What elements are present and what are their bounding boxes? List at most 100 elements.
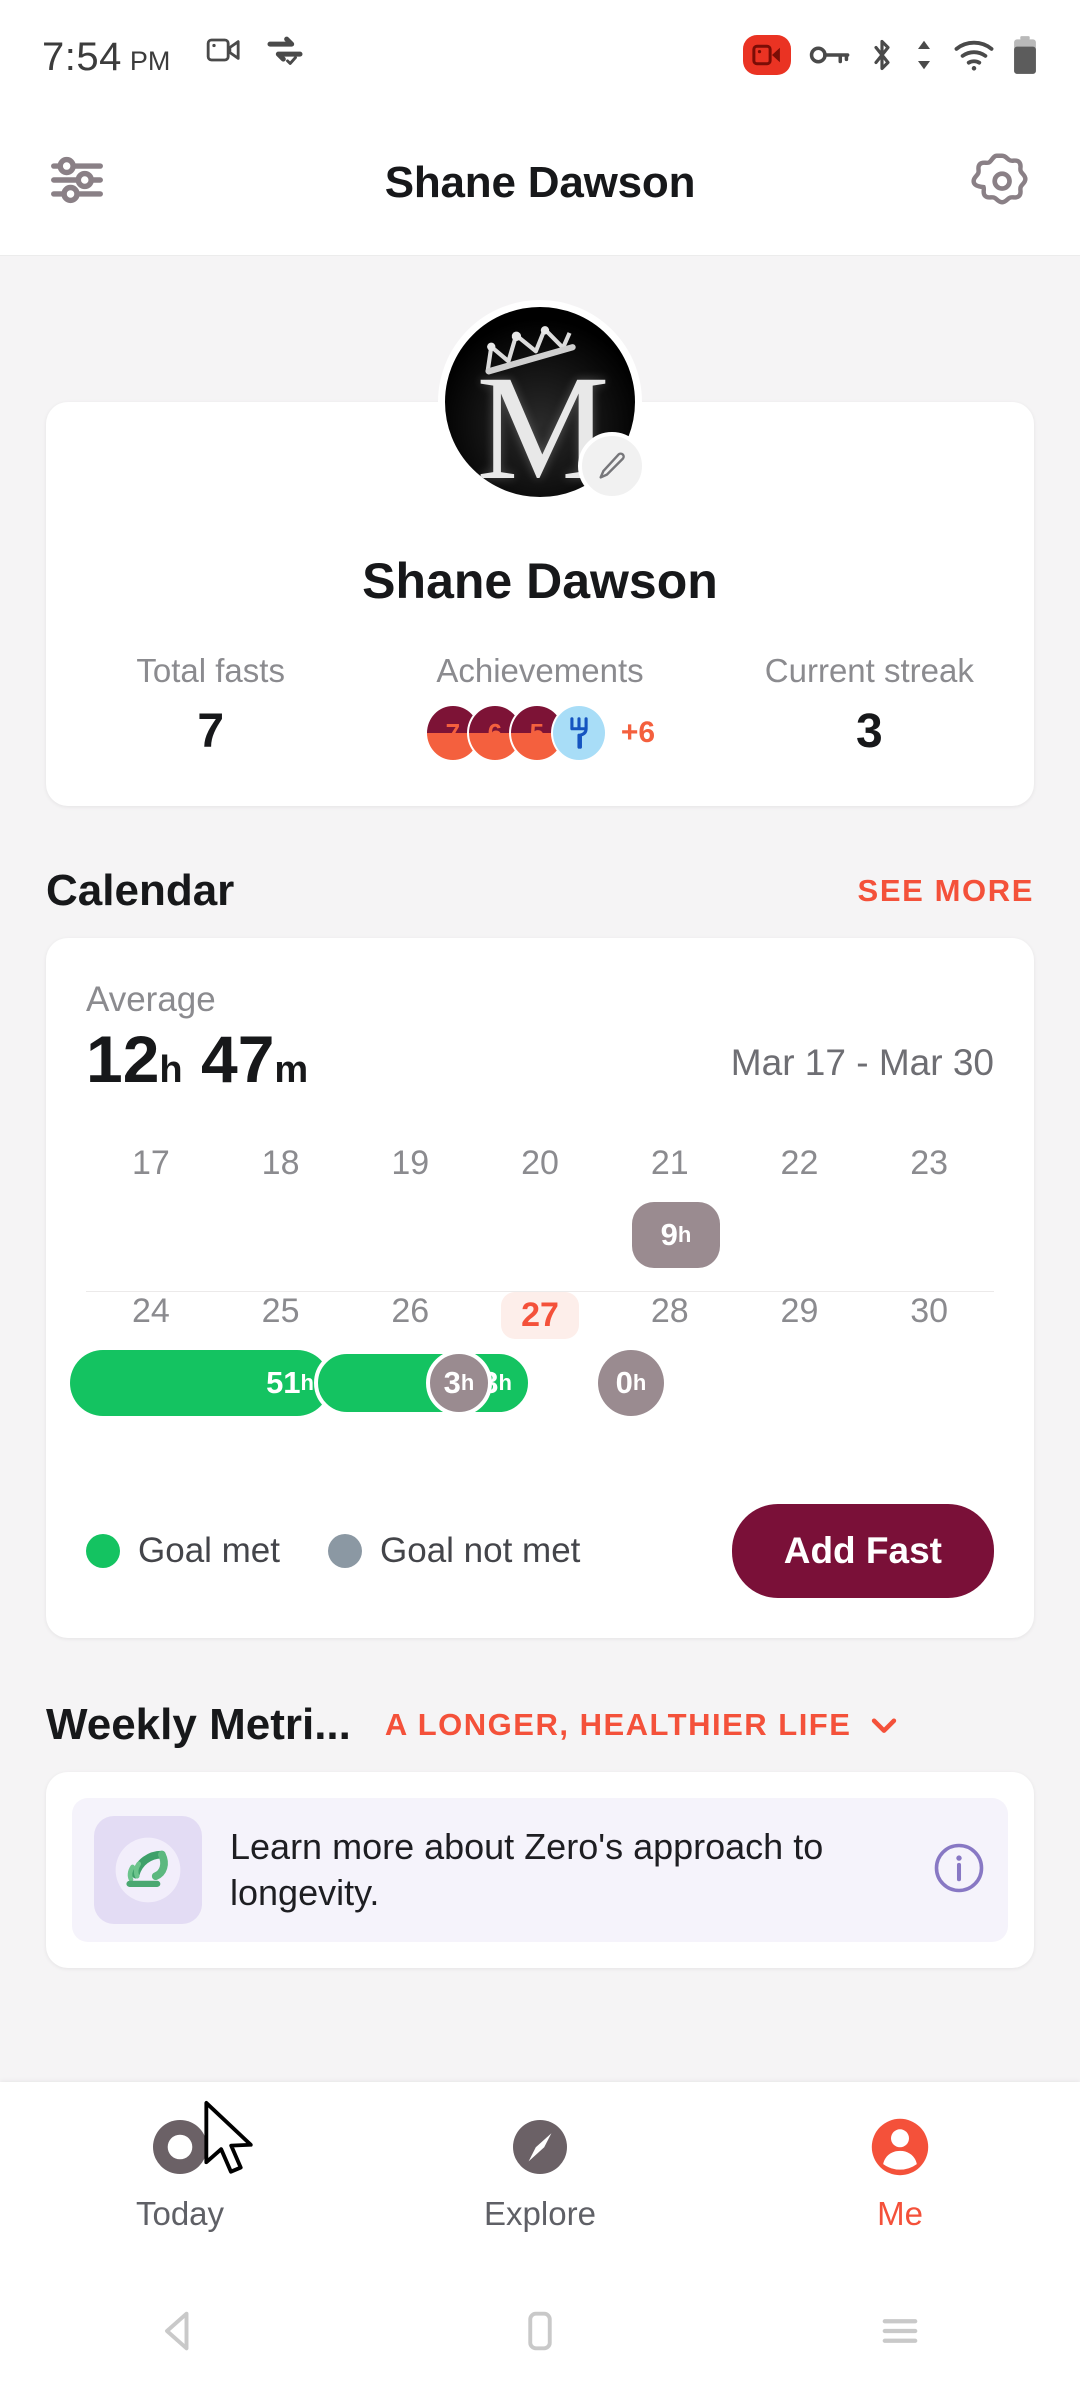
- stat-label: Current streak: [764, 652, 974, 689]
- fast-entry[interactable]: 3h: [426, 1350, 492, 1416]
- person-icon: [871, 2118, 929, 2176]
- stat-achievements[interactable]: Achievements 7 6 5 +6: [375, 652, 704, 762]
- fast-entry-value: 9: [660, 1217, 678, 1252]
- today-badge: 27: [501, 1292, 579, 1339]
- calendar-average: Average 12h 47m: [86, 980, 308, 1092]
- fast-entry[interactable]: 23h: [314, 1350, 532, 1416]
- pencil-icon: [599, 452, 625, 479]
- sliders-icon[interactable]: [46, 149, 108, 216]
- calendar-day[interactable]: 21: [605, 1144, 735, 1183]
- wifi-icon: [954, 40, 994, 71]
- profile-card: M Shane Dawson Total fasts 7 Achievement…: [46, 300, 1034, 806]
- add-fast-button[interactable]: Add Fast: [731, 1504, 994, 1598]
- legend-goal-met: Goal met: [86, 1531, 280, 1571]
- status-time: 7:54: [42, 35, 122, 79]
- achievements-more-count: +6: [620, 716, 656, 749]
- calendar-section-header: Calendar SEE MORE: [46, 866, 1034, 916]
- phone-screen: 7:54 PM Shane Dawson M Shane Dawson Tota…: [0, 0, 1080, 2400]
- calendar-grid: 17 18 19 20 21 22 23 9h 24 25 26 27 28 2…: [70, 1144, 994, 1440]
- calendar-day[interactable]: 30: [864, 1292, 994, 1339]
- calendar-day[interactable]: 29: [735, 1292, 865, 1339]
- home-square-icon[interactable]: [360, 2305, 720, 2357]
- avatar-wrapper[interactable]: M: [438, 300, 646, 504]
- average-hours-unit: h: [159, 1049, 183, 1091]
- calendar-row: 24 25 26 27 28 29 30 51h 23h: [70, 1292, 994, 1440]
- fast-entry-unit: h: [460, 1370, 475, 1395]
- weekly-metrics-selector[interactable]: A LONGER, HEALTHIER LIFE: [385, 1707, 902, 1743]
- longevity-banner-text: Learn more about Zero's approach to long…: [230, 1825, 824, 1913]
- edit-avatar-button[interactable]: [578, 432, 646, 500]
- nav-label: Me: [877, 2195, 923, 2232]
- calendar-bars: 51h 23h 3h 0h: [70, 1350, 994, 1416]
- calendar-day[interactable]: 18: [216, 1144, 346, 1183]
- info-icon[interactable]: [932, 1841, 986, 1900]
- fast-entry-unit: h: [677, 1222, 692, 1247]
- nav-label: Today: [135, 2195, 225, 2232]
- fast-entry[interactable]: 51 h: [70, 1350, 330, 1416]
- calendar-day[interactable]: 17: [86, 1144, 216, 1183]
- calendar-day-labels: 17 18 19 20 21 22 23: [86, 1144, 994, 1183]
- nav-label: Explore: [484, 2195, 596, 2232]
- gear-icon[interactable]: [968, 147, 1034, 218]
- profile-stats: Total fasts 7 Achievements 7 6 5 +6 Curr…: [46, 652, 1034, 762]
- longevity-banner[interactable]: Learn more about Zero's approach to long…: [72, 1798, 1008, 1942]
- status-bar-right: [743, 35, 1038, 75]
- calendar-card: Average 12h 47m Mar 17 - Mar 30 17 18 19…: [46, 938, 1034, 1638]
- recents-lines-icon[interactable]: [720, 2305, 1080, 2357]
- status-left-icons: [204, 30, 306, 70]
- legend-label: Goal not met: [380, 1531, 581, 1570]
- calendar-day[interactable]: 20: [475, 1144, 605, 1183]
- average-hours: 12: [86, 1022, 160, 1096]
- date-range: Mar 17 - Mar 30: [730, 1042, 994, 1083]
- nav-item-me[interactable]: Me: [720, 2111, 1080, 2233]
- fast-entry[interactable]: 0h: [598, 1350, 664, 1416]
- calendar-summary: Average 12h 47m Mar 17 - Mar 30: [86, 980, 994, 1092]
- calendar-day[interactable]: 24: [86, 1292, 216, 1339]
- ring-icon: [153, 2120, 207, 2174]
- legend-goal-not-met: Goal not met: [328, 1531, 580, 1571]
- average-label: Average: [86, 980, 216, 1019]
- leaf-sprout-icon: [94, 1816, 202, 1924]
- vpn-key-icon: [809, 46, 850, 64]
- profile-name: Shane Dawson: [362, 553, 718, 609]
- fast-entry[interactable]: 9h: [632, 1202, 720, 1268]
- calendar-day-today[interactable]: 27: [475, 1292, 605, 1339]
- average-minutes-unit: m: [274, 1049, 309, 1091]
- calendar-footer: Goal met Goal not met Add Fast: [86, 1504, 994, 1598]
- status-bar: 7:54 PM: [0, 0, 1080, 110]
- vpn-sync-icon: [267, 36, 303, 65]
- average-value: 12h 47m: [86, 1026, 308, 1092]
- bottom-navigation: Today Explore Me: [0, 2082, 1080, 2262]
- nav-item-explore[interactable]: Explore: [360, 2111, 720, 2233]
- calendar-day[interactable]: 26: [345, 1292, 475, 1339]
- legend-dot-icon: [328, 1534, 362, 1568]
- scroll-content[interactable]: M Shane Dawson Total fasts 7 Achievement…: [0, 256, 1080, 2400]
- bluetooth-icon: [874, 39, 890, 71]
- calendar-day[interactable]: 19: [345, 1144, 475, 1183]
- calendar-day-labels: 24 25 26 27 28 29 30: [86, 1292, 994, 1339]
- stat-label: Total fasts: [136, 652, 285, 689]
- calendar-day[interactable]: 25: [216, 1292, 346, 1339]
- battery-icon: [1014, 36, 1036, 74]
- calendar-day[interactable]: 22: [735, 1144, 865, 1183]
- fast-entry-unit: h: [300, 1370, 314, 1395]
- calendar-day[interactable]: 23: [864, 1144, 994, 1183]
- stat-current-streak: Current streak 3: [705, 652, 1034, 762]
- calendar-row: 17 18 19 20 21 22 23 9h: [86, 1144, 994, 1292]
- calendar-day[interactable]: 28: [605, 1292, 735, 1339]
- see-more-link[interactable]: SEE MORE: [858, 873, 1034, 909]
- fork-icon[interactable]: [550, 704, 607, 762]
- status-bar-left: 7:54 PM: [42, 30, 306, 80]
- video-call-icon: [207, 38, 240, 62]
- weekly-metrics-title: Weekly Metri...: [46, 1700, 351, 1749]
- achievement-badges[interactable]: 7 6 5 +6: [375, 704, 704, 762]
- app-header: Shane Dawson: [0, 110, 1080, 256]
- nav-item-today[interactable]: Today: [0, 2111, 360, 2233]
- average-minutes: 47: [200, 1022, 275, 1096]
- legend-label: Goal met: [138, 1531, 280, 1570]
- data-transfer-icon: [918, 40, 930, 70]
- back-triangle-icon[interactable]: [0, 2305, 360, 2357]
- fast-entry-value: 3: [443, 1365, 461, 1400]
- weekly-metrics-header: Weekly Metri... A LONGER, HEALTHIER LIFE: [46, 1700, 1034, 1750]
- status-ampm: PM: [129, 46, 171, 76]
